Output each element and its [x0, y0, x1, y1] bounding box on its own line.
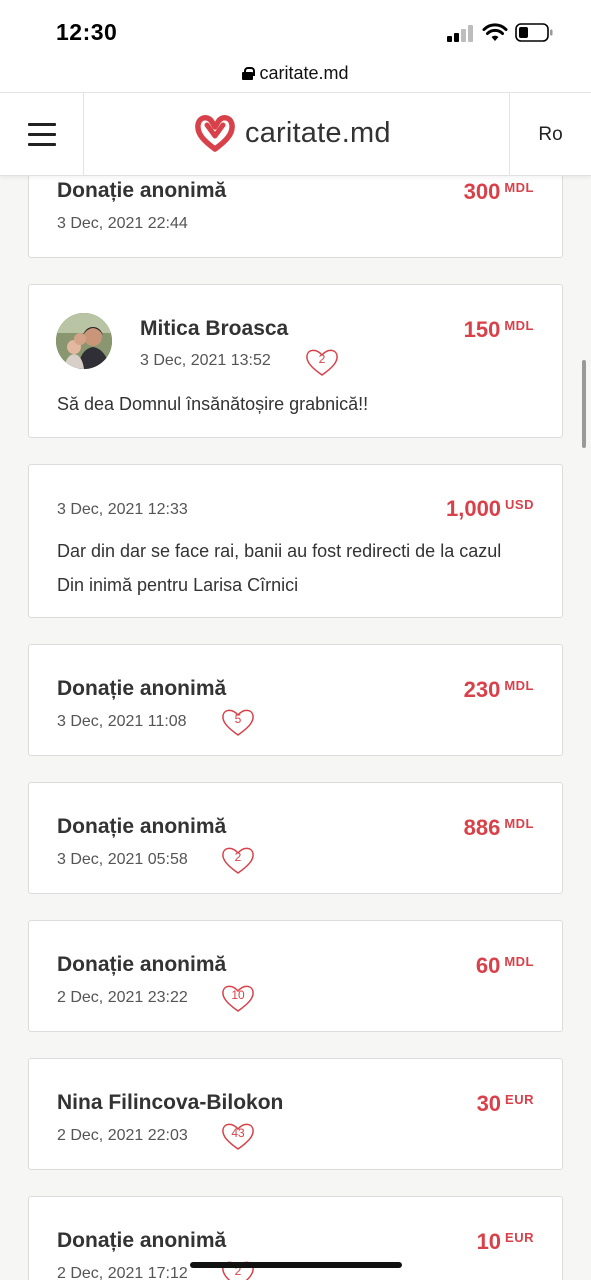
battery-icon	[515, 23, 553, 42]
donor-name: Donație anonimă	[57, 179, 227, 202]
heart-logo-icon	[195, 115, 235, 152]
donation-card: Mitica Broasca 3 Dec, 2021 13:52 2 150 MD…	[28, 284, 563, 438]
like-heart-button[interactable]: 2	[304, 347, 340, 377]
donation-date: 2 Dec, 2021 22:03	[57, 1127, 188, 1144]
donation-amount: 1,000 USD	[445, 496, 534, 521]
donation-amount: 10 EUR	[476, 1229, 534, 1254]
wifi-icon	[482, 23, 508, 41]
donation-amount: 150 MDL	[463, 317, 534, 342]
address-bar[interactable]: caritate.md	[0, 58, 591, 92]
url-text: caritate.md	[259, 63, 349, 83]
donation-amount: 60 MDL	[475, 953, 534, 978]
donation-card: Donație anonimă 2 Dec, 2021 23:22 10 60 M…	[28, 920, 563, 1032]
donation-message: Să dea Domnul însănătoșire grabnică!!	[57, 394, 369, 414]
donation-card: Donație anonimă 3 Dec, 2021 11:08 5 230 M…	[28, 644, 563, 756]
donor-name: Donație anonimă	[57, 677, 227, 700]
donor-name: Mitica Broasca	[140, 317, 289, 340]
like-heart-button[interactable]: 43	[220, 1121, 256, 1151]
donor-avatar[interactable]	[56, 313, 112, 369]
scrollbar[interactable]	[582, 360, 586, 448]
donations-list: Donație anonimă 3 Dec, 2021 22:44 300 MDL	[0, 176, 591, 1280]
status-time: 12:30	[56, 19, 118, 45]
donation-card: Donație anonimă 3 Dec, 2021 05:58 2 886 M…	[28, 782, 563, 894]
donation-amount: 30 EUR	[476, 1091, 534, 1116]
site-logo[interactable]: caritate.md	[195, 113, 391, 153]
home-indicator[interactable]	[190, 1262, 402, 1268]
donation-date: 3 Dec, 2021 12:33	[57, 501, 188, 518]
like-count: 5	[234, 712, 242, 726]
site-header: caritate.md Ro	[0, 92, 591, 176]
like-count: 2	[318, 352, 326, 366]
logo-text: caritate.md	[245, 116, 391, 149]
donation-message: Dar din dar se face rai, banii au fost r…	[57, 541, 502, 595]
like-count: 43	[231, 1126, 245, 1140]
like-heart-button[interactable]: 10	[220, 983, 256, 1013]
like-count: 10	[231, 988, 245, 1002]
donation-amount: 886 MDL	[463, 815, 534, 840]
donor-name: Donație anonimă	[57, 953, 227, 976]
cellular-signal-icon	[447, 24, 475, 42]
like-heart-button[interactable]: 2	[220, 845, 256, 875]
donation-card: Nina Filincova-Bilokon 2 Dec, 2021 22:03…	[28, 1058, 563, 1170]
donation-date: 2 Dec, 2021 17:12	[57, 1265, 188, 1280]
like-heart-button[interactable]: 5	[220, 707, 256, 737]
status-bar: 12:30	[0, 0, 591, 58]
donation-amount: 300 MDL	[463, 179, 534, 204]
donation-date: 3 Dec, 2021 22:44	[57, 215, 188, 232]
donor-name: Donație anonimă	[57, 815, 227, 838]
hamburger-menu-button[interactable]	[0, 93, 84, 176]
donation-date: 3 Dec, 2021 13:52	[140, 352, 271, 369]
donation-card: Donație anonimă 3 Dec, 2021 22:44 300 MDL	[28, 176, 563, 258]
donor-name: Donație anonimă	[57, 1229, 227, 1252]
donation-date: 3 Dec, 2021 05:58	[57, 851, 188, 868]
donation-date: 2 Dec, 2021 23:22	[57, 989, 188, 1006]
donor-name: Nina Filincova-Bilokon	[57, 1091, 284, 1114]
like-count: 2	[234, 850, 242, 864]
donation-card: 3 Dec, 2021 12:33 1,000 USD Dar din dar s…	[28, 464, 563, 618]
lock-icon	[242, 67, 256, 80]
donation-date: 3 Dec, 2021 11:08	[57, 713, 187, 730]
menu-icon	[27, 123, 56, 126]
donation-amount: 230 MDL	[463, 677, 534, 702]
language-switcher[interactable]: Ro	[509, 93, 591, 176]
